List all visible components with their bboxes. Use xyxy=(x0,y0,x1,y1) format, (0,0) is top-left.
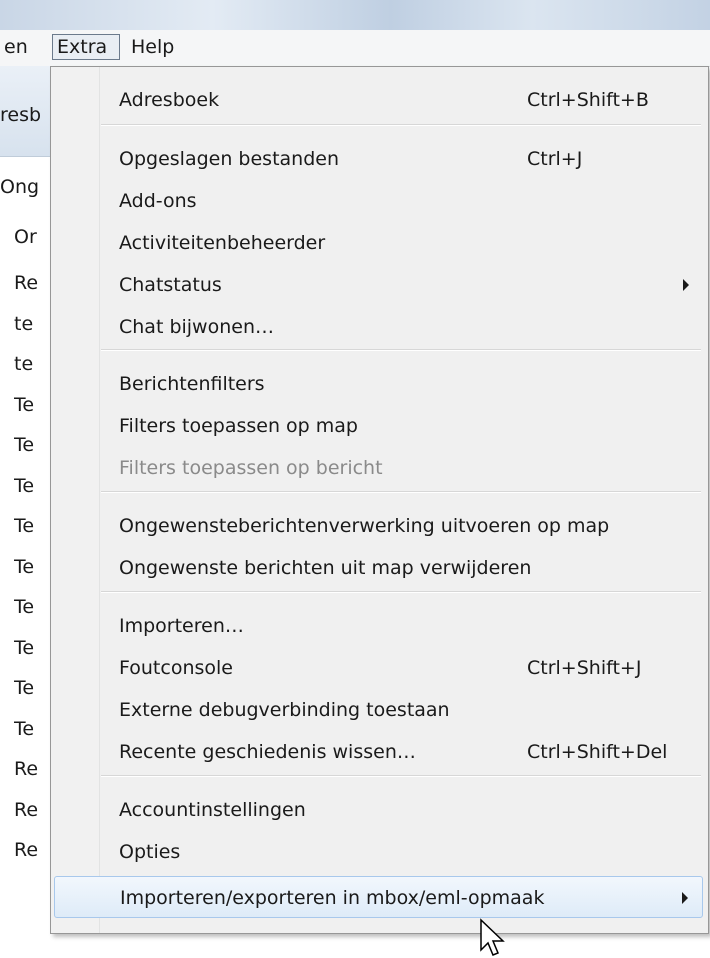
menu-item-accountinstellingen[interactable]: Accountinstellingen xyxy=(54,789,703,831)
menu-item-chatstatus[interactable]: Chatstatus xyxy=(54,264,703,306)
menu-bar-item-partial[interactable]: en xyxy=(0,34,32,60)
menu-item-label: Adresboek xyxy=(119,89,220,111)
menu-item-filters-toepassen-op-map[interactable]: Filters toepassen op map xyxy=(54,405,703,447)
menu-item-opgeslagen-bestanden[interactable]: Opgeslagen bestanden Ctrl+J xyxy=(54,138,703,180)
menu-item-label: Ongewenste berichten uit map verwijderen xyxy=(119,557,532,579)
menu-item-activiteitenbeheerder[interactable]: Activiteitenbeheerder xyxy=(54,222,703,264)
menu-item-add-ons[interactable]: Add-ons xyxy=(54,180,703,222)
menu-item-importeren[interactable]: Importeren… xyxy=(54,605,703,647)
submenu-arrow-icon xyxy=(683,279,689,291)
menu-separator xyxy=(101,349,701,351)
menu-item-label: Opties xyxy=(119,841,181,863)
menu-item-label: Filters toepassen op bericht xyxy=(119,457,383,479)
menu-separator xyxy=(101,124,701,126)
menu-item-shortcut: Ctrl+Shift+B xyxy=(527,89,649,111)
submenu-arrow-icon xyxy=(682,892,688,904)
menu-item-externe-debugverbinding-toestaan[interactable]: Externe debugverbinding toestaan xyxy=(54,689,703,731)
menu-item-label: Add-ons xyxy=(119,190,197,212)
menu-item-opties[interactable]: Opties xyxy=(54,831,703,873)
menu-item-label: Importeren… xyxy=(119,615,244,637)
menu-item-label: Accountinstellingen xyxy=(119,799,306,821)
menu-bar-item-help[interactable]: Help xyxy=(127,34,178,60)
window-title-bar xyxy=(0,0,710,30)
extra-dropdown-menu: Adresboek Ctrl+Shift+B Opgeslagen bestande… xyxy=(50,66,709,934)
menu-item-importeren-exporteren-in-mbox-eml-opmaak[interactable]: Importeren/exporteren in mbox/eml-opmaak xyxy=(54,876,703,918)
menu-item-foutconsole[interactable]: Foutconsole Ctrl+Shift+J xyxy=(54,647,703,689)
mouse-cursor-icon xyxy=(480,918,505,956)
menu-separator xyxy=(101,591,701,593)
menu-item-ongewenste-berichten-uit-map-verwijderen[interactable]: Ongewenste berichten uit map verwijderen xyxy=(54,547,703,589)
menu-item-label: Chat bijwonen… xyxy=(119,316,274,338)
menu-item-label: Activiteitenbeheerder xyxy=(119,232,326,254)
menu-item-label: Filters toepassen op map xyxy=(119,415,358,437)
menu-item-shortcut: Ctrl+Shift+Del xyxy=(527,741,668,763)
menu-item-label: Opgeslagen bestanden xyxy=(119,148,339,170)
menu-item-shortcut: Ctrl+Shift+J xyxy=(527,657,642,679)
menu-bar-item-extra[interactable]: Extra xyxy=(52,34,120,60)
menu-item-label: Externe debugverbinding toestaan xyxy=(119,699,450,721)
menu-item-chat-bijwonen[interactable]: Chat bijwonen… xyxy=(54,306,703,348)
menu-separator xyxy=(101,775,701,777)
menu-item-filters-toepassen-op-bericht: Filters toepassen op bericht xyxy=(54,447,703,489)
menu-item-label: Chatstatus xyxy=(119,274,222,296)
menu-item-shortcut: Ctrl+J xyxy=(527,148,583,170)
menu-item-label: Importeren/exporteren in mbox/eml-opmaak xyxy=(120,887,545,909)
menu-item-ongewensteberichtenverwerking-uitvoeren-op-map[interactable]: Ongewensteberichtenverwerking uitvoeren … xyxy=(54,505,703,547)
menu-separator xyxy=(101,491,701,493)
menu-item-label: Recente geschiedenis wissen… xyxy=(119,741,416,763)
menu-item-berichtenfilters[interactable]: Berichtenfilters xyxy=(54,363,703,405)
menu-item-label: Foutconsole xyxy=(119,657,233,679)
menu-item-recente-geschiedenis-wissen[interactable]: Recente geschiedenis wissen… Ctrl+Shift+D… xyxy=(54,731,703,773)
menu-bar: en Extra Help xyxy=(0,30,710,67)
menu-item-adresboek[interactable]: Adresboek Ctrl+Shift+B xyxy=(54,79,703,121)
menu-item-label: Berichtenfilters xyxy=(119,373,265,395)
menu-item-label: Ongewensteberichtenverwerking uitvoeren … xyxy=(119,515,610,537)
